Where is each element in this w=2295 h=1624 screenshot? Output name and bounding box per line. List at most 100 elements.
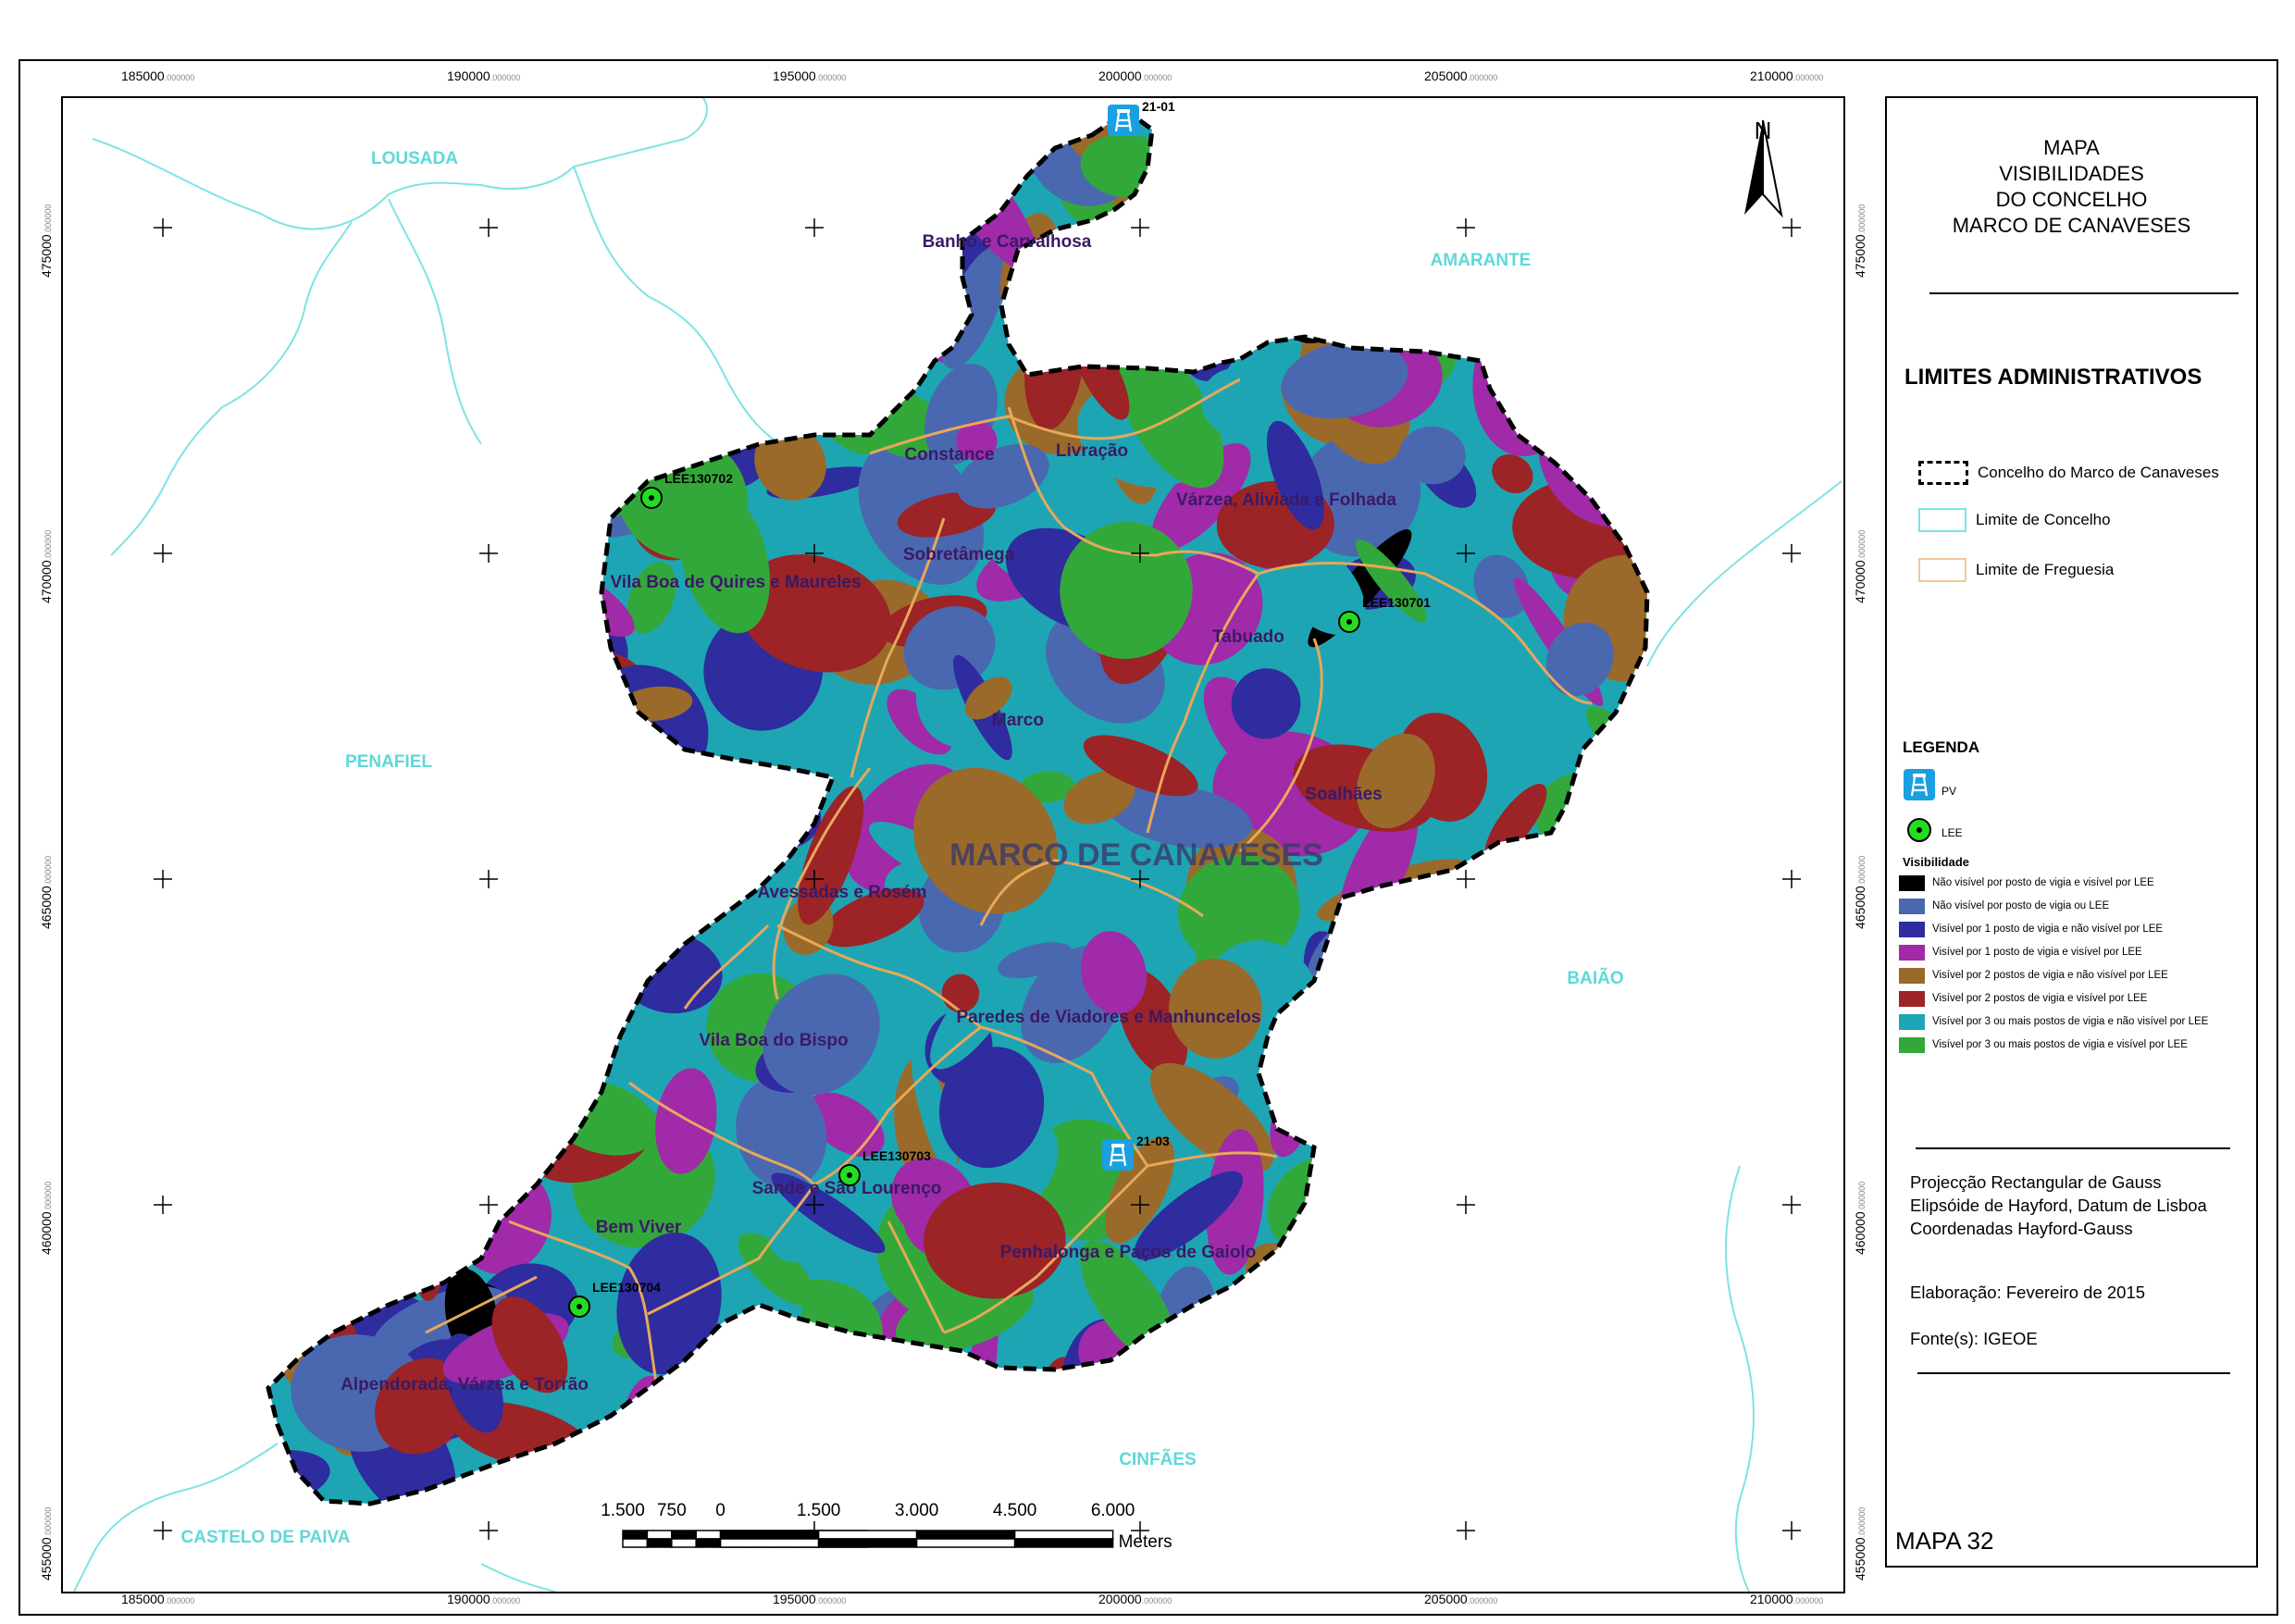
data-source: Fonte(s): IGEOE <box>1910 1329 2038 1348</box>
visibility-patch <box>340 541 405 632</box>
visibility-patch <box>448 1079 568 1146</box>
visibility-patch <box>419 867 506 966</box>
visibility-patch <box>1568 801 1632 849</box>
visibility-patch <box>268 1181 304 1241</box>
scalebar-segment <box>1013 1538 1114 1548</box>
visibility-patch <box>291 725 401 862</box>
visibility-patch <box>1589 111 1647 151</box>
visibility-patch <box>429 401 505 487</box>
visibility-patch <box>397 530 453 597</box>
visibility-patch <box>268 686 345 788</box>
visibility-legend-item: Visível por 2 postos de vigia e visível … <box>1899 990 2147 1007</box>
grid-cross <box>154 1196 172 1214</box>
legend-item-lee: LEE <box>1906 817 1963 843</box>
visibility-patch <box>1354 921 1447 1041</box>
visibility-legend-label: Visível por 2 postos de vigia e não visí… <box>1932 970 2168 981</box>
visibility-legend-label: Visível por 3 ou mais postos de vigia e … <box>1932 1016 2209 1027</box>
visibility-patch <box>1544 1315 1621 1428</box>
visibility-legend-label: Não visível por posto de vigia ou LEE <box>1932 900 2110 911</box>
parish-label: Soalhães <box>1305 785 1382 804</box>
visibility-patch <box>1323 1058 1408 1136</box>
visibility-patch <box>330 1104 418 1184</box>
parish-label: Alpendorada, Várzea e Torrão <box>341 1375 589 1395</box>
neighbor-label: AMARANTE <box>1431 251 1532 270</box>
visibility-patch <box>1285 111 1371 180</box>
visibility-patch <box>409 649 463 805</box>
visibility-patch <box>1184 1368 1266 1449</box>
scalebar-segment <box>817 1530 918 1540</box>
scalebar-segment <box>622 1530 649 1540</box>
visibility-patch <box>488 821 527 852</box>
visibility-patch <box>1435 1391 1564 1480</box>
visibility-patch <box>296 796 413 918</box>
grid-cross <box>154 1521 172 1540</box>
grid-tick-label: 470000.000000 <box>39 529 54 603</box>
visibility-patch <box>685 213 795 285</box>
grid-tick-label: 210000.000000 <box>1750 68 1824 83</box>
visibility-patch <box>1598 1370 1647 1467</box>
visibility-patch <box>555 417 633 479</box>
visibility-patch <box>369 933 497 1048</box>
visibility-patch <box>1571 920 1635 998</box>
grid-tick-label: 195000.000000 <box>773 1592 847 1606</box>
visibility-patch <box>1539 1177 1606 1307</box>
visibility-legend-label: Visível por 3 ou mais postos de vigia e … <box>1932 1039 2188 1050</box>
parish-label: Várzea, Aliviada e Folhada <box>1176 490 1396 510</box>
visibility-patch <box>1586 706 1647 798</box>
lee-point-label: LEE130701 <box>1362 595 1431 610</box>
visibility-patch <box>480 759 637 855</box>
visibility-patch <box>1110 224 1210 281</box>
grid-cross <box>1782 870 1801 888</box>
visibility-swatch <box>1899 1013 1925 1030</box>
map-canvas[interactable]: N 1.500 750 0 1.500 3.000 4.500 6.000 Meters LO… <box>63 98 1843 1592</box>
visibility-patch <box>1348 248 1424 327</box>
neighbor-label: BAIÃO <box>1567 968 1623 988</box>
scale-bar: 1.500 750 0 1.500 3.000 4.500 6.000 Meters <box>601 1501 1172 1552</box>
visibility-patch <box>753 236 881 275</box>
visibility-patch <box>603 225 725 328</box>
scalebar-label: 3.000 <box>895 1501 939 1520</box>
visibility-patch <box>1336 1457 1475 1504</box>
grid-cross <box>1457 1196 1475 1214</box>
visibility-patch <box>1348 1461 1478 1504</box>
visibility-patch <box>268 570 333 646</box>
watchtower-icon <box>1102 1139 1134 1171</box>
visibility-patch <box>1596 338 1646 366</box>
visibility-patch <box>374 1048 498 1200</box>
grid-cross <box>154 544 172 563</box>
visibility-patch <box>1587 111 1647 199</box>
visibility-patch <box>1174 111 1296 179</box>
visibility-patch <box>1157 1372 1259 1445</box>
pv-legend-label: PV <box>1941 785 1957 798</box>
visibility-patch <box>376 501 468 548</box>
visibility-patch <box>646 348 712 434</box>
visibility-legend-label: Visível por 1 posto de vigia e não visív… <box>1932 924 2164 935</box>
visibility-patch <box>1374 1139 1435 1222</box>
visibility-patch <box>268 546 383 662</box>
visibility-patch <box>365 562 483 620</box>
parish-label: Vila Boa do Bispo <box>699 1031 848 1050</box>
visibility-patch <box>393 656 524 778</box>
scalebar-segment <box>646 1538 673 1548</box>
grid-cross <box>1131 218 1149 237</box>
visibility-patch <box>501 989 562 1039</box>
visibility-patch <box>468 700 564 790</box>
visibility-patch <box>268 290 330 428</box>
scalebar-label: 4.500 <box>993 1501 1037 1520</box>
visibility-patch <box>1026 280 1123 340</box>
visibility-patch <box>1445 1215 1479 1258</box>
visibility-patch <box>371 494 498 584</box>
parish-label: Constance <box>904 445 994 465</box>
grid-cross <box>1457 1521 1475 1540</box>
map-title: MAPA VISIBILIDADES DO CONCELHO MARCO DE … <box>1885 135 2258 239</box>
visibility-legend-item: Visível por 2 postos de vigia e não visí… <box>1899 967 2168 984</box>
map-title-line: MAPA <box>2043 136 2100 159</box>
visibility-legend-item: Visível por 3 ou mais postos de vigia e … <box>1899 1013 2208 1030</box>
grid-tick-label: 470000.000000 <box>1853 529 1867 603</box>
visibility-patch <box>268 894 314 995</box>
visibility-patch <box>575 111 689 195</box>
visibility-patch <box>1338 240 1420 341</box>
visibility-patch <box>359 283 414 379</box>
visibility-swatch <box>1899 921 1925 937</box>
parish-label: Penhalonga e Paços de Gaiolo <box>1000 1243 1257 1262</box>
